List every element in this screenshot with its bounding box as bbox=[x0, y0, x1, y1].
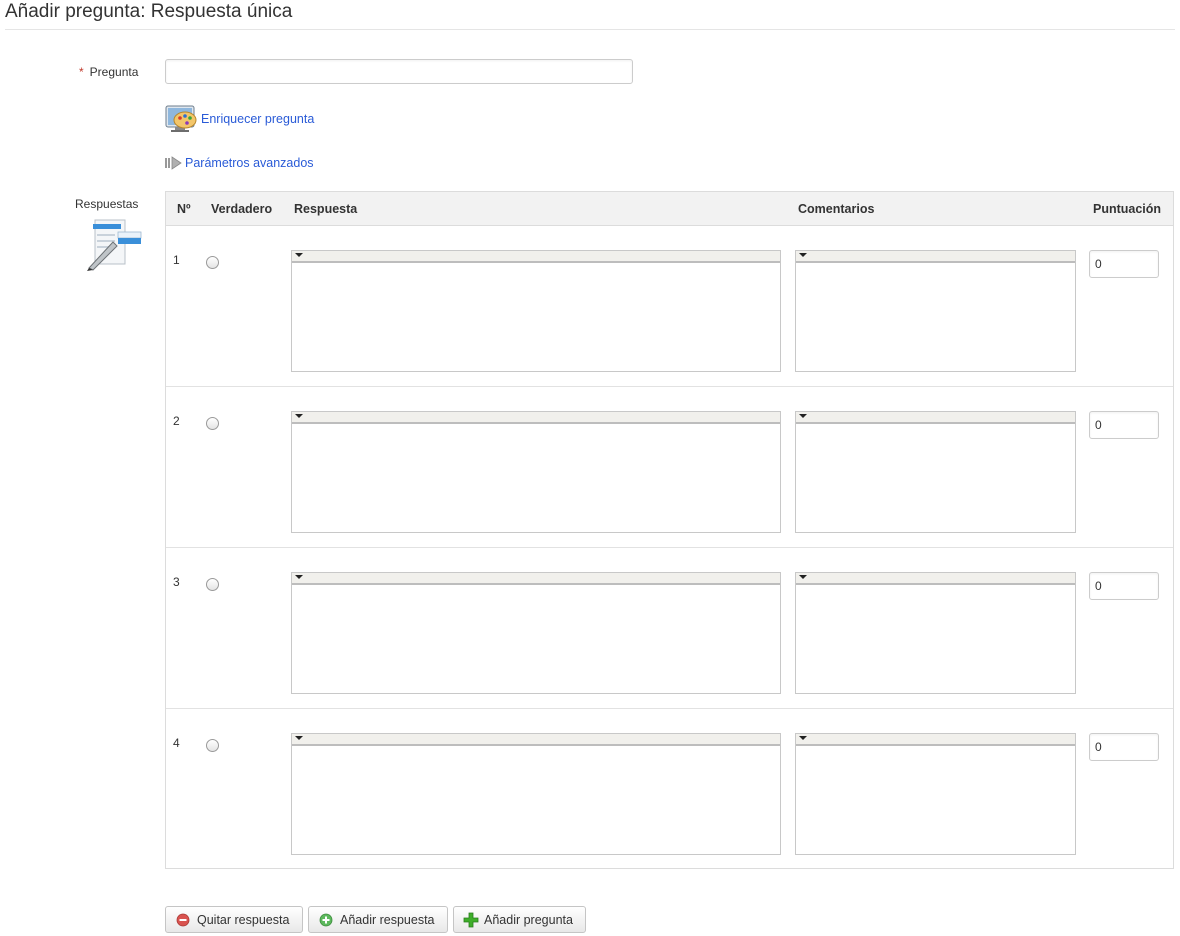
page-title: Añadir pregunta: Respuesta única bbox=[5, 1, 293, 22]
toolbar-toggle-icon[interactable] bbox=[799, 736, 807, 740]
toolbar-toggle-icon[interactable] bbox=[799, 253, 807, 257]
row-number: 4 bbox=[173, 736, 180, 750]
toolbar-toggle-icon[interactable] bbox=[799, 575, 807, 579]
answers-table-header: Nº Verdadero Respuesta Comentarios Puntu… bbox=[166, 192, 1173, 226]
true-radio[interactable] bbox=[206, 739, 219, 752]
header-answer: Respuesta bbox=[294, 202, 358, 216]
add-question-label: Añadir pregunta bbox=[484, 913, 573, 927]
minus-circle-icon bbox=[176, 913, 190, 927]
true-radio[interactable] bbox=[206, 578, 219, 591]
score-input[interactable]: 0 bbox=[1089, 411, 1159, 439]
score-input[interactable]: 0 bbox=[1089, 572, 1159, 600]
editor-toolbar[interactable] bbox=[292, 734, 780, 746]
add-answer-button[interactable]: Añadir respuesta bbox=[308, 906, 448, 933]
plus-circle-icon bbox=[319, 913, 333, 927]
advanced-parameters-link[interactable]: Parámetros avanzados bbox=[185, 156, 314, 170]
remove-answer-label: Quitar respuesta bbox=[197, 913, 290, 927]
toolbar-toggle-icon[interactable] bbox=[295, 414, 303, 418]
answer-editor[interactable] bbox=[291, 411, 781, 533]
editor-toolbar[interactable] bbox=[292, 251, 780, 263]
editor-toolbar[interactable] bbox=[292, 573, 780, 585]
answer-editor[interactable] bbox=[291, 250, 781, 372]
plus-icon bbox=[463, 912, 479, 928]
answer-editor[interactable] bbox=[291, 733, 781, 855]
answer-row: 4 0 bbox=[166, 709, 1173, 870]
header-number: Nº bbox=[177, 202, 191, 216]
answer-row: 2 0 bbox=[166, 387, 1173, 548]
palette-monitor-icon[interactable] bbox=[165, 104, 199, 134]
form-edit-icon bbox=[87, 219, 142, 271]
required-marker: * bbox=[79, 65, 84, 79]
answer-row: 3 0 bbox=[166, 548, 1173, 709]
row-number: 3 bbox=[173, 575, 180, 589]
toolbar-toggle-icon[interactable] bbox=[295, 736, 303, 740]
enrich-question-link[interactable]: Enriquecer pregunta bbox=[201, 112, 314, 126]
editor-toolbar[interactable] bbox=[292, 412, 780, 424]
editor-toolbar[interactable] bbox=[796, 573, 1075, 585]
toolbar-toggle-icon[interactable] bbox=[799, 414, 807, 418]
comment-editor[interactable] bbox=[795, 411, 1076, 533]
row-number: 2 bbox=[173, 414, 180, 428]
true-radio[interactable] bbox=[206, 256, 219, 269]
score-input[interactable]: 0 bbox=[1089, 733, 1159, 761]
score-input[interactable]: 0 bbox=[1089, 250, 1159, 278]
answers-label: Respuestas bbox=[75, 197, 139, 211]
add-answer-label: Añadir respuesta bbox=[340, 913, 435, 927]
answer-editor[interactable] bbox=[291, 572, 781, 694]
row-number: 1 bbox=[173, 253, 180, 267]
header-true: Verdadero bbox=[211, 202, 273, 216]
header-score: Puntuación bbox=[1093, 202, 1162, 216]
question-label: * Pregunta bbox=[79, 65, 138, 79]
comment-editor[interactable] bbox=[795, 572, 1076, 694]
arrow-right-icon[interactable] bbox=[165, 155, 183, 171]
editor-toolbar[interactable] bbox=[796, 734, 1075, 746]
editor-toolbar[interactable] bbox=[796, 412, 1075, 424]
title-divider bbox=[5, 29, 1175, 30]
question-input[interactable] bbox=[165, 59, 633, 84]
answer-row: 1 0 bbox=[166, 226, 1173, 387]
answers-table: Nº Verdadero Respuesta Comentarios Puntu… bbox=[165, 191, 1174, 869]
header-comments: Comentarios bbox=[798, 202, 875, 216]
toolbar-toggle-icon[interactable] bbox=[295, 253, 303, 257]
add-question-button[interactable]: Añadir pregunta bbox=[453, 906, 586, 933]
remove-answer-button[interactable]: Quitar respuesta bbox=[165, 906, 303, 933]
editor-toolbar[interactable] bbox=[796, 251, 1075, 263]
toolbar-toggle-icon[interactable] bbox=[295, 575, 303, 579]
comment-editor[interactable] bbox=[795, 733, 1076, 855]
comment-editor[interactable] bbox=[795, 250, 1076, 372]
question-label-text: Pregunta bbox=[89, 65, 139, 79]
true-radio[interactable] bbox=[206, 417, 219, 430]
